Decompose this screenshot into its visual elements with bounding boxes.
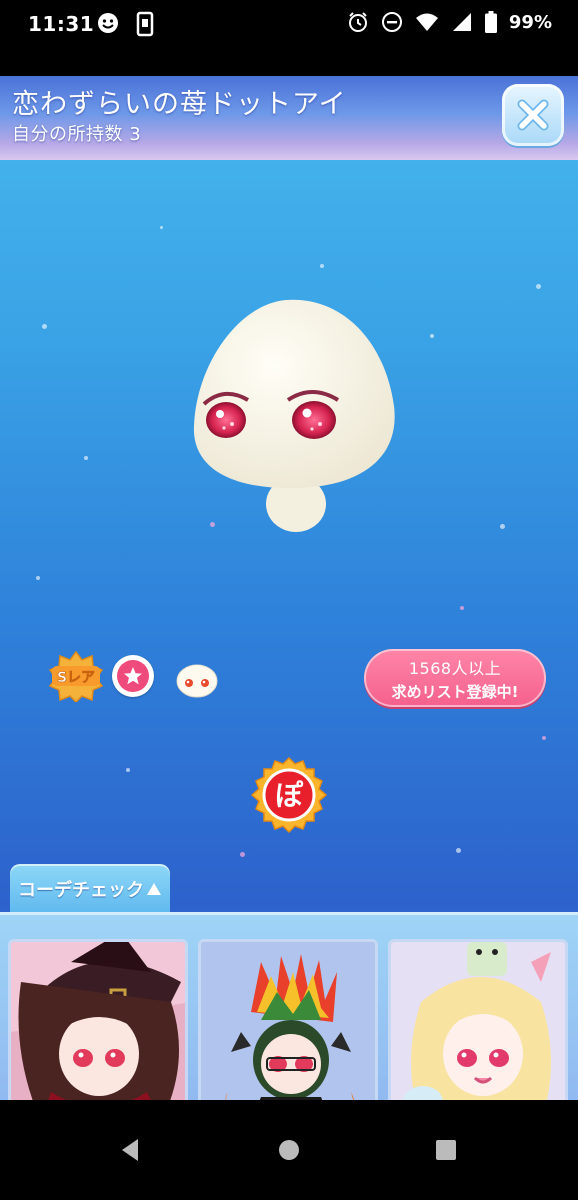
star-icon	[124, 667, 142, 685]
avatar-head-preview	[193, 299, 395, 532]
item-detail-screen: 恋わずらいの苺ドットアイ 自分の所持数 3 Sレア 1568人以上 求めリスト登…	[0, 76, 578, 1100]
coordinate-check-tab[interactable]: コーデチェック	[10, 864, 170, 914]
wishlist-count: 1568人以上	[408, 659, 502, 678]
back-icon	[122, 1139, 138, 1161]
triangle-up-icon	[147, 883, 161, 895]
close-icon	[517, 99, 549, 131]
witch-avatar-image	[11, 942, 185, 1100]
status-left-icons	[96, 11, 156, 37]
status-bar: 11:31 99%	[0, 0, 578, 50]
back-button[interactable]	[110, 1130, 150, 1170]
blonde-avatar-image	[391, 942, 565, 1100]
battery-icon	[484, 11, 497, 33]
smiley-icon	[98, 13, 118, 33]
sparkle	[240, 852, 245, 857]
coord-card-rainbow[interactable]	[198, 939, 378, 1100]
wishlist-text: 求めリスト登録中!	[391, 683, 519, 701]
sparkle	[320, 264, 324, 268]
sparkle	[42, 324, 47, 329]
item-name: 恋わずらいの苺ドットアイ	[12, 89, 347, 120]
status-right-icons: 99%	[347, 11, 552, 33]
mini-face-icon	[174, 659, 220, 699]
home-button[interactable]	[269, 1130, 309, 1170]
status-time: 11:31	[28, 12, 95, 36]
sparkle	[160, 226, 163, 229]
recents-button[interactable]	[426, 1130, 466, 1170]
coord-card-blonde[interactable]	[388, 939, 568, 1100]
rarity-label: Sレア	[57, 670, 95, 686]
sparkle	[460, 606, 464, 610]
wifi-icon	[415, 13, 438, 31]
sparkle	[126, 768, 130, 772]
screenshot-icon	[136, 11, 154, 37]
signal-icon	[452, 13, 471, 31]
rainbow-avatar-image	[201, 942, 375, 1100]
wishlist-status-badge: 1568人以上 求めリスト登録中!	[364, 649, 546, 707]
favorite-star-background	[117, 660, 149, 692]
po-label: ぽ	[275, 779, 304, 812]
item-preview	[188, 296, 404, 536]
rarity-badge: Sレア	[48, 650, 104, 704]
close-button[interactable]	[502, 84, 564, 146]
sparkle	[430, 334, 434, 338]
coordinate-panel	[0, 912, 578, 1100]
coordinate-check-label: コーデチェック	[18, 880, 144, 901]
alarm-icon	[348, 12, 367, 32]
sparkle	[542, 736, 546, 740]
home-icon	[279, 1140, 299, 1160]
navigation-bar	[0, 1100, 578, 1200]
sparkle	[500, 524, 505, 529]
item-header: 恋わずらいの苺ドットアイ 自分の所持数 3	[0, 76, 578, 160]
coord-card-witch[interactable]	[8, 939, 188, 1100]
sparkle	[84, 456, 88, 460]
sparkle	[36, 576, 40, 580]
dnd-icon	[381, 12, 402, 32]
sparkle	[456, 848, 461, 853]
favorite-star-badge[interactable]	[112, 655, 154, 697]
recents-icon	[436, 1140, 456, 1160]
sparkle	[536, 284, 541, 289]
po-button[interactable]: ぽ	[250, 756, 328, 834]
battery-percent: 99%	[508, 11, 552, 33]
owned-count: 自分の所持数 3	[12, 124, 142, 145]
